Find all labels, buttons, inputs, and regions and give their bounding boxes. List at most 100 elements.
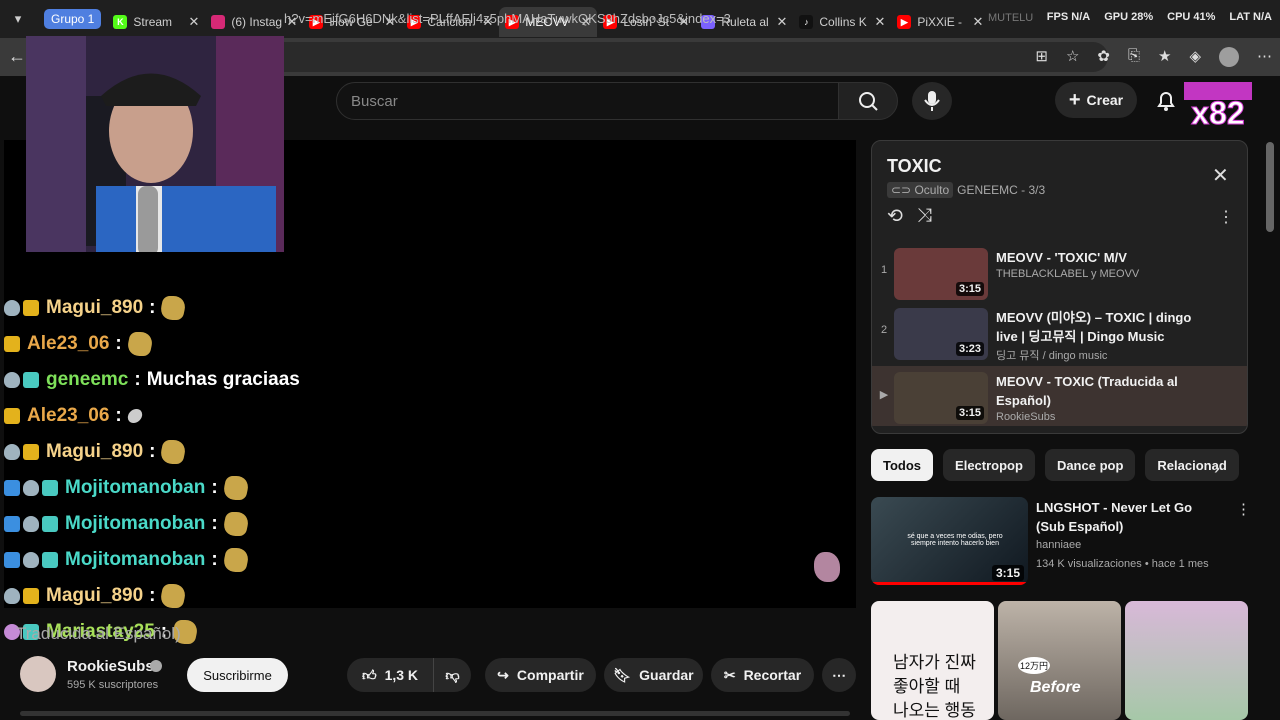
chat-separator: : bbox=[149, 585, 156, 606]
search-button[interactable] bbox=[838, 82, 898, 120]
playlist-item[interactable]: 2 3:23 MEOVV (미야오) – TOXIC | dingo live | … bbox=[872, 302, 1247, 362]
browser-menu-icon[interactable]: ⋯ bbox=[1257, 47, 1272, 67]
favorites-icon[interactable]: ★ bbox=[1158, 47, 1171, 67]
link-icon: ⊂⊃ bbox=[891, 183, 915, 197]
video-duration: 3:23 bbox=[955, 342, 984, 356]
video-duration: 3:15 bbox=[955, 406, 984, 420]
recommended-video-channel[interactable]: hanniaee bbox=[1036, 539, 1081, 551]
channel-avatar[interactable] bbox=[20, 656, 56, 692]
bookmark-star-icon[interactable]: ☆ bbox=[1066, 47, 1079, 67]
playlist-owner-progress: GENEEMC - 3/3 bbox=[957, 183, 1046, 197]
thumbs-up-icon: 👍︎ bbox=[361, 666, 377, 683]
browser-tab[interactable]: K Stream ✕ bbox=[107, 7, 205, 37]
short-thumbnail[interactable]: 12万円 Before bbox=[998, 601, 1121, 720]
chat-message: Magui_890: bbox=[4, 290, 364, 326]
logo-text: x82 bbox=[1191, 95, 1244, 130]
chat-badge-icon bbox=[42, 480, 58, 496]
chat-message: Magui_890: bbox=[4, 578, 364, 614]
scissors-icon: ✂ bbox=[723, 666, 736, 683]
close-icon[interactable]: ✕ bbox=[1212, 163, 1229, 188]
chat-message: Magui_890: bbox=[4, 434, 364, 470]
playlist-more-icon[interactable]: ⋮ bbox=[1218, 207, 1234, 227]
chat-badge-icon bbox=[4, 408, 20, 424]
recommended-video-title[interactable]: LNGSHOT - Never Let Go (Sub Español) bbox=[1036, 498, 1222, 536]
filter-chip[interactable]: Electropop bbox=[943, 449, 1035, 481]
video-duration: 3:15 bbox=[991, 565, 1024, 581]
horizontal-scrollbar[interactable] bbox=[20, 711, 850, 716]
loop-icon[interactable]: ⟲ bbox=[887, 205, 903, 228]
tab-search-chevron-icon[interactable]: ▾ bbox=[0, 0, 36, 38]
tab-title: (6) Instag bbox=[231, 15, 283, 29]
chat-username: Mojitomanoban bbox=[65, 477, 206, 498]
playlist-item[interactable]: ▶ 3:15 MEOVV - TOXIC (Traducida al Español… bbox=[872, 366, 1247, 426]
short-thumbnail[interactable]: 남자가 진짜 좋아할 때 나오는 행동 bbox=[871, 601, 994, 720]
tab-close-icon[interactable]: ✕ bbox=[972, 14, 983, 30]
create-button[interactable]: + Crear bbox=[1055, 82, 1137, 118]
emote-icon bbox=[221, 512, 251, 536]
chat-badge-icon bbox=[23, 552, 39, 568]
save-button[interactable]: 🔖︎ Guardar bbox=[604, 658, 703, 692]
tab-close-icon[interactable]: ✕ bbox=[874, 14, 885, 30]
tab-close-icon[interactable]: ✕ bbox=[188, 14, 199, 30]
search-input[interactable] bbox=[336, 82, 840, 120]
address-bar[interactable] bbox=[270, 42, 1108, 72]
clip-button[interactable]: ✂ Recortar bbox=[711, 658, 814, 692]
tab-favicon-icon: K bbox=[113, 15, 128, 29]
dislike-button[interactable]: 👎︎ bbox=[433, 658, 471, 692]
page-scrollbar[interactable] bbox=[1266, 142, 1274, 232]
chat-username: Magui_890 bbox=[46, 585, 144, 606]
more-actions-button[interactable]: ⋯ bbox=[822, 658, 856, 692]
chat-separator: : bbox=[115, 333, 122, 354]
recommended-video-thumbnail[interactable]: sé que a veces me odias, pero siempre in… bbox=[871, 497, 1028, 585]
playlist-privacy: ⊂⊃ Oculto bbox=[887, 182, 954, 198]
chat-badge-icon bbox=[4, 588, 20, 604]
tab-group-chip[interactable]: Grupo 1 bbox=[44, 9, 102, 29]
browser-tab[interactable]: ▶ PiXXiE - ✕ bbox=[891, 7, 989, 37]
share-button[interactable]: ↪ Compartir bbox=[485, 658, 596, 692]
chat-separator: : bbox=[211, 513, 218, 534]
chat-separator: : bbox=[115, 405, 122, 426]
save-label: Guardar bbox=[639, 667, 694, 683]
clip-label: Recortar bbox=[743, 667, 802, 683]
playlist-thumbnail: 3:23 bbox=[894, 308, 988, 360]
chat-username: Mojitomanoban bbox=[65, 549, 206, 570]
chat-badge-icon bbox=[4, 336, 20, 352]
bookmark-icon: 🔖︎ bbox=[613, 666, 632, 683]
filter-chip[interactable]: Todos bbox=[871, 449, 934, 481]
back-arrow-icon[interactable]: ← bbox=[8, 46, 26, 67]
split-screen-icon[interactable]: ⎘ bbox=[1128, 47, 1140, 67]
playlist-item[interactable]: 1 3:15 MEOVV - 'TOXIC' M/V THEBLACKLABEL y … bbox=[872, 242, 1247, 302]
playlist-thumbnail: 3:15 bbox=[894, 248, 988, 300]
share-label: Compartir bbox=[516, 667, 584, 683]
verified-badge-icon bbox=[150, 660, 162, 672]
chevron-right-icon[interactable]: › bbox=[1214, 458, 1220, 479]
like-button[interactable]: 👍︎ 1,3 K bbox=[347, 658, 433, 692]
playlist-index: 2 bbox=[880, 324, 888, 336]
notifications-button[interactable] bbox=[1155, 89, 1177, 118]
browser-tab[interactable]: ♪ Collins K ✕ bbox=[793, 7, 891, 37]
channel-name[interactable]: RookieSubs bbox=[67, 658, 154, 675]
chat-message: geneemc: Muchas graciaas bbox=[4, 362, 364, 398]
profile-avatar-icon[interactable] bbox=[1219, 47, 1239, 67]
chat-username: geneemc bbox=[46, 369, 129, 390]
voice-search-button[interactable] bbox=[912, 82, 952, 120]
tab-close-icon[interactable]: ✕ bbox=[776, 14, 787, 30]
filter-chip[interactable]: Dance pop bbox=[1044, 449, 1136, 481]
subscribe-button[interactable]: Suscribirme bbox=[187, 658, 288, 692]
chat-separator: : bbox=[149, 441, 156, 462]
fps-stat: FPS N/A bbox=[1046, 11, 1091, 23]
apps-icon[interactable]: ⊞ bbox=[1035, 47, 1048, 67]
extensions-icon[interactable]: ✿ bbox=[1097, 47, 1110, 67]
more-vertical-icon[interactable]: ⋮ bbox=[1236, 500, 1251, 518]
copilot-icon[interactable]: ◈ bbox=[1189, 47, 1201, 67]
playlist-title[interactable]: TOXIC bbox=[887, 156, 942, 177]
filter-chip[interactable]: Relacionad bbox=[1145, 449, 1239, 481]
chat-message: Ale23_06: bbox=[4, 326, 364, 362]
shuffle-icon[interactable]: ⤨ bbox=[917, 205, 932, 228]
chat-message: Mojitomanoban: bbox=[4, 470, 364, 506]
search-icon bbox=[859, 92, 878, 111]
short-thumbnail[interactable] bbox=[1125, 601, 1248, 720]
playlist-video-title: MEOVV - TOXIC (Traducida al Español) bbox=[996, 374, 1178, 408]
chat-username: Mojitomanoban bbox=[65, 513, 206, 534]
playlist-video-title: MEOVV (미야오) – TOXIC | dingo live | 딩고뮤직 … bbox=[996, 310, 1192, 344]
